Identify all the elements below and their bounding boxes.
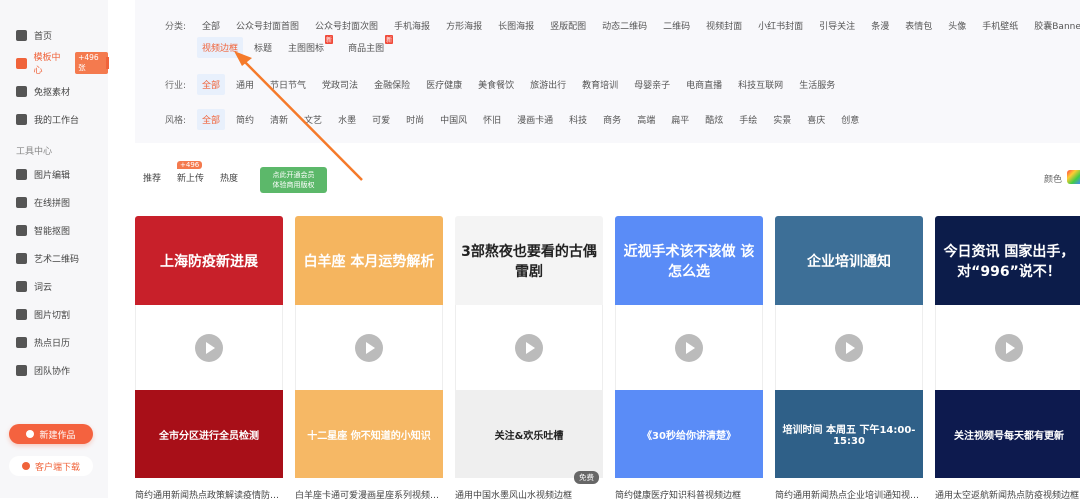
annotation-arrow: [234, 51, 363, 181]
